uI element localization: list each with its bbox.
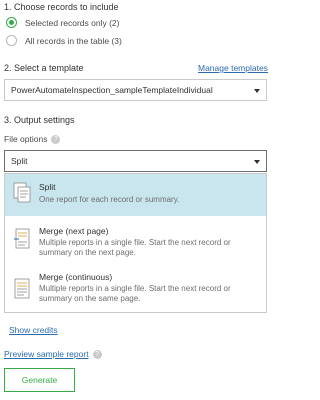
file-options-dropdown: Split One report for each record or summ…	[4, 173, 267, 313]
option-description: Multiple reports in a single file. Start…	[39, 284, 231, 303]
radio-unchecked-icon[interactable]	[6, 35, 17, 46]
merge-next-page-icon	[14, 228, 30, 249]
template-select[interactable]: PowerAutomateInspection_sampleTemplateIn…	[4, 79, 267, 101]
file-options-select[interactable]: Split	[4, 150, 267, 172]
chevron-down-icon	[254, 89, 260, 93]
option-merge-continuous[interactable]: Merge (continuous) Multiple reports in a…	[5, 264, 266, 314]
show-credits-link[interactable]: Show credits	[9, 325, 58, 335]
manage-templates-link[interactable]: Manage templates	[198, 63, 268, 73]
file-options-value: Split	[11, 156, 28, 166]
option-title: Merge (next page)	[39, 226, 109, 236]
radio-checked-icon[interactable]	[6, 17, 17, 28]
template-select-value: PowerAutomateInspection_sampleTemplateIn…	[11, 85, 213, 95]
preview-sample-report-link[interactable]: Preview sample report	[4, 349, 89, 359]
split-document-icon	[13, 182, 31, 203]
chevron-down-icon	[254, 160, 260, 164]
option-title: Split	[39, 182, 56, 192]
radio-all-records[interactable]: All records in the table (3)	[6, 35, 122, 46]
option-title: Merge (continuous)	[39, 272, 113, 282]
option-description: One report for each record or summary.	[39, 195, 180, 204]
file-options-row: File options?	[4, 134, 61, 145]
radio-selected-records[interactable]: Selected records only (2)	[6, 17, 120, 28]
radio-label: All records in the table (3)	[25, 35, 122, 46]
option-merge-next-page[interactable]: Merge (next page) Multiple reports in a …	[5, 216, 266, 264]
file-options-label: File options	[4, 134, 48, 144]
step1-title: 1. Choose records to include	[4, 2, 119, 12]
generate-button[interactable]: Generate	[4, 368, 75, 392]
option-description: Multiple reports in a single file. Start…	[39, 238, 231, 257]
merge-continuous-icon	[14, 278, 30, 299]
option-split[interactable]: Split One report for each record or summ…	[5, 174, 266, 216]
step3-title: 3. Output settings	[4, 115, 75, 125]
help-icon[interactable]: ?	[92, 350, 102, 360]
help-icon[interactable]: ?	[51, 135, 61, 145]
radio-label: Selected records only (2)	[25, 17, 120, 28]
preview-sample-row: Preview sample report?	[4, 349, 102, 360]
step2-title: 2. Select a template	[4, 63, 84, 73]
